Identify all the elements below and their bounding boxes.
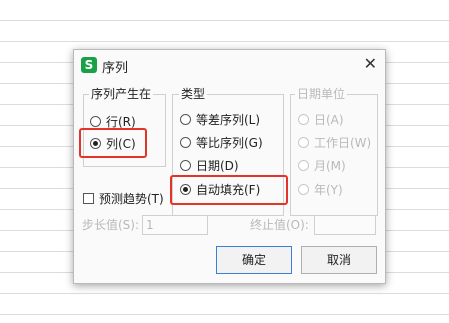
series-in-group (83, 94, 166, 167)
radio-autofill[interactable]: 自动填充(F) (180, 181, 260, 197)
radio-row-label: 行(R) (106, 114, 136, 129)
radio-year-label: 年(Y) (314, 182, 343, 197)
step-input[interactable]: 1 (142, 215, 208, 235)
radio-circle-checked[interactable] (180, 183, 191, 195)
dialog-title: 序列 (102, 61, 129, 76)
close-icon[interactable]: ✕ (364, 55, 377, 73)
radio-date-label: 日期(D) (196, 158, 239, 173)
trend-checkbox[interactable]: 预测趋势(T) (83, 190, 164, 206)
radio-row[interactable]: 行(R) (90, 113, 136, 129)
series-in-label: 序列产生在 (89, 87, 154, 101)
stop-input[interactable] (314, 215, 376, 235)
radio-circle[interactable] (90, 115, 101, 127)
radio-geometric-label: 等比序列(G) (196, 135, 263, 150)
radio-day-label: 日(A) (314, 112, 344, 127)
cancel-button[interactable]: 取消 (301, 246, 377, 274)
title-bar: S 序列 ✕ (74, 50, 385, 80)
radio-month-label: 月(M) (314, 158, 346, 173)
radio-column-label: 列(C) (106, 136, 136, 151)
radio-year[interactable]: 年(Y) (298, 181, 343, 197)
radio-circle[interactable] (298, 183, 309, 195)
radio-autofill-label: 自动填充(F) (196, 182, 261, 197)
radio-arithmetic[interactable]: 等差序列(L) (180, 111, 260, 127)
series-dialog: S 序列 ✕ 序列产生在 行(R) 列(C) 类型 等差序列(L) 等比序列(G… (73, 49, 386, 284)
trend-label: 预测趋势(T) (99, 191, 164, 206)
ok-button[interactable]: 确定 (216, 246, 292, 274)
radio-day[interactable]: 日(A) (298, 111, 344, 127)
wps-app-icon: S (81, 57, 97, 73)
radio-arithmetic-label: 等差序列(L) (196, 112, 261, 127)
radio-weekday[interactable]: 工作日(W) (298, 134, 371, 150)
radio-circle-checked[interactable] (90, 137, 101, 149)
radio-circle[interactable] (298, 113, 309, 125)
radio-date[interactable]: 日期(D) (180, 157, 239, 173)
radio-circle[interactable] (180, 159, 191, 171)
radio-circle[interactable] (298, 136, 309, 148)
radio-circle[interactable] (180, 136, 191, 148)
step-label: 步长值(S): (82, 218, 140, 232)
radio-geometric[interactable]: 等比序列(G) (180, 134, 263, 150)
stop-label: 终止值(O): (250, 218, 309, 232)
radio-column[interactable]: 列(C) (90, 135, 136, 151)
radio-weekday-label: 工作日(W) (314, 135, 372, 150)
radio-circle[interactable] (298, 159, 309, 171)
radio-month[interactable]: 月(M) (298, 157, 346, 173)
date-unit-label: 日期单位 (295, 87, 348, 101)
radio-circle[interactable] (180, 113, 191, 125)
type-label: 类型 (179, 87, 208, 101)
checkbox-box[interactable] (83, 192, 94, 204)
